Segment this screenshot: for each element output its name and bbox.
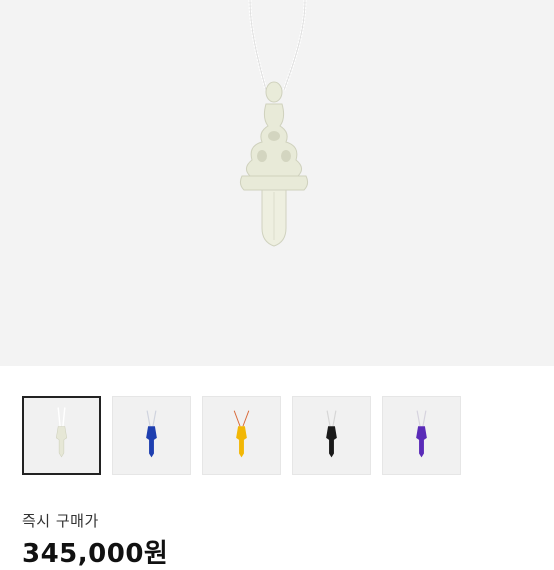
variant-thumbnails	[22, 396, 554, 476]
instant-buy-price: 345,000원	[22, 539, 169, 569]
black-dagger-pendant-icon	[326, 410, 337, 458]
product-image	[0, 0, 554, 366]
variant-thumbnail-white[interactable]	[22, 396, 101, 475]
variant-thumbnail-yellow[interactable]	[202, 396, 281, 475]
white-dagger-pendant-icon	[55, 407, 68, 458]
variant-thumbnail-blue[interactable]	[112, 396, 191, 475]
variant-thumbnail-purple[interactable]	[382, 396, 461, 475]
blue-dagger-pendant-icon	[146, 410, 157, 458]
yellow-dagger-pendant-icon	[233, 410, 250, 458]
variant-thumbnail-black[interactable]	[292, 396, 371, 475]
instant-buy-label: 즉시 구매가	[22, 512, 99, 530]
purple-dagger-pendant-icon	[416, 410, 427, 458]
dagger-pendant-necklace-icon	[239, 0, 309, 247]
